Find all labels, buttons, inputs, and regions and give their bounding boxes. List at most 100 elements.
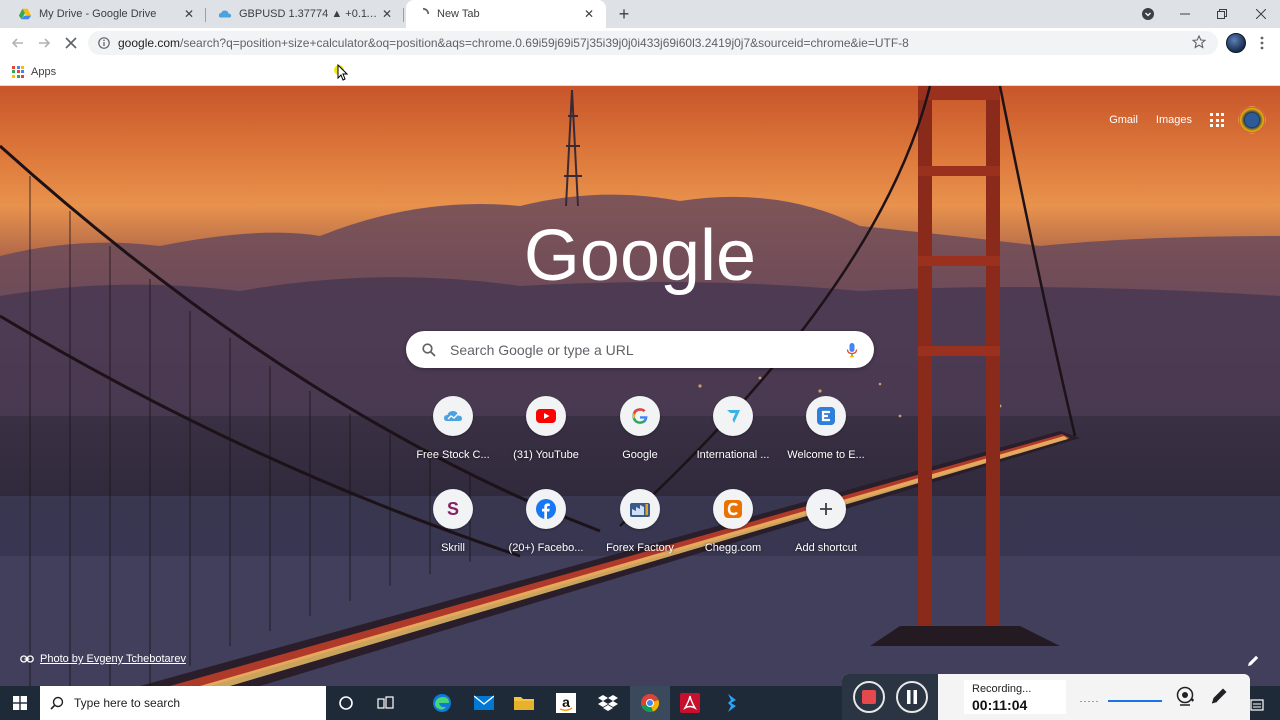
cortana-button[interactable]: [326, 686, 366, 720]
taskbar-file-explorer[interactable]: [504, 686, 544, 720]
arrow-left-icon: [11, 38, 23, 48]
taskbar-app-arrow[interactable]: [712, 686, 752, 720]
bookmark-star-icon[interactable]: [1192, 35, 1206, 49]
forward-button[interactable]: [34, 33, 54, 53]
restore-button[interactable]: [1203, 0, 1241, 28]
shortcut-forex-factory[interactable]: Forex Factory: [592, 489, 688, 569]
google-icon: [632, 408, 648, 424]
e-logo-icon: [817, 407, 835, 425]
cortana-circle-icon: [339, 696, 353, 710]
pen-icon: [1211, 688, 1227, 704]
tab-gbpusd[interactable]: GBPUSD 1.37774 ▲ +0.11% M.U. ✕: [208, 0, 404, 28]
shortcut-label: Google: [622, 449, 658, 461]
search-icon: [422, 342, 436, 357]
loading-icon: [422, 7, 430, 15]
address-bar[interactable]: google.com/search?q=position+size+calcul…: [88, 31, 1218, 55]
back-button[interactable]: [8, 33, 28, 53]
tab-google-drive[interactable]: My Drive - Google Drive ✕: [8, 0, 206, 28]
ntp-top-links: Gmail Images: [1109, 106, 1280, 134]
close-tab-icon[interactable]: ✕: [182, 7, 196, 21]
images-link[interactable]: Images: [1156, 114, 1192, 126]
transferwise-icon: [727, 410, 740, 423]
shortcut-google[interactable]: Google: [592, 396, 688, 476]
new-tab-button[interactable]: +: [614, 4, 634, 24]
add-shortcut-button[interactable]: Add shortcut: [778, 489, 874, 569]
new-tab-page: Gmail Images Google Search Google or typ…: [0, 86, 1280, 686]
close-window-button[interactable]: [1242, 0, 1280, 28]
taskbar-mail[interactable]: [464, 686, 504, 720]
tower-silhouette: [564, 89, 582, 207]
stop-recording-button[interactable]: [853, 681, 885, 713]
background-photo: [0, 86, 1280, 686]
restore-icon: [1217, 9, 1227, 19]
google-apps-icon[interactable]: [1210, 113, 1224, 127]
tab-search-button[interactable]: [1129, 0, 1167, 28]
shortcut-international[interactable]: International ...: [685, 396, 781, 476]
customize-pencil-icon[interactable]: [1246, 654, 1260, 668]
photo-credit-text: Photo by Evgeny Tchebotarev: [40, 653, 186, 665]
info-icon[interactable]: [98, 37, 110, 49]
shortcut-label: (31) YouTube: [513, 449, 579, 461]
windows-logo-icon: [13, 696, 27, 710]
chegg-icon: [724, 500, 742, 518]
shortcut-skrill[interactable]: S Skrill: [405, 489, 501, 569]
recording-timer: 00:11:04: [972, 697, 1028, 713]
acrobat-icon: [680, 693, 700, 713]
svg-text:S: S: [447, 499, 459, 519]
ntp-search-box[interactable]: Search Google or type a URL: [406, 331, 874, 368]
gmail-link[interactable]: Gmail: [1109, 114, 1138, 126]
tab-new-tab[interactable]: New Tab ✕: [406, 0, 606, 28]
recording-status-text: Recording...: [972, 683, 1032, 695]
chrome-icon: [641, 694, 660, 713]
edge-icon: [433, 694, 451, 712]
browser-toolbar: google.com/search?q=position+size+calcul…: [0, 28, 1280, 58]
shortcut-label: International ...: [696, 449, 770, 461]
start-button[interactable]: [0, 686, 40, 720]
webcam-icon: [1176, 686, 1194, 706]
notification-icon[interactable]: [1250, 698, 1264, 712]
shortcut-welcome[interactable]: Welcome to E...: [778, 396, 874, 476]
annotate-button[interactable]: [1206, 683, 1232, 709]
pause-recording-button[interactable]: [896, 681, 928, 713]
shortcut-facebook[interactable]: (20+) Facebo...: [498, 489, 594, 569]
close-tab-icon[interactable]: ✕: [582, 7, 596, 21]
stop-loading-button[interactable]: [61, 33, 81, 53]
task-view-button[interactable]: [366, 686, 406, 720]
taskbar-edge[interactable]: [422, 686, 462, 720]
shortcut-label: Chegg.com: [704, 542, 762, 554]
cloud-icon: [218, 10, 232, 18]
taskbar-acrobat[interactable]: [670, 686, 710, 720]
shortcut-label: (20+) Facebo...: [508, 542, 584, 554]
more-menu-icon[interactable]: [1256, 36, 1268, 50]
profile-avatar[interactable]: [1226, 33, 1246, 53]
dropbox-icon: [598, 695, 618, 711]
apps-bookmark[interactable]: Apps: [12, 65, 57, 78]
apps-label: Apps: [31, 65, 57, 78]
blue-arrow-app-icon: [728, 694, 736, 712]
tab-strip: My Drive - Google Drive ✕ GBPUSD 1.37774…: [0, 0, 1280, 28]
taskbar-dropbox[interactable]: [588, 686, 628, 720]
shortcut-youtube[interactable]: (31) YouTube: [498, 396, 594, 476]
cloud-icon: [444, 411, 462, 421]
webcam-toggle[interactable]: [1172, 683, 1198, 709]
taskbar-search[interactable]: Type here to search: [40, 686, 326, 720]
task-view-icon: [377, 696, 394, 709]
close-tab-icon[interactable]: ✕: [380, 7, 394, 21]
bookmarks-bar: Apps: [0, 58, 1280, 86]
taskbar-chrome[interactable]: [630, 686, 670, 720]
shortcut-label: Forex Factory: [606, 542, 674, 554]
taskbar-amazon[interactable]: a: [546, 686, 586, 720]
minimize-button[interactable]: [1166, 0, 1204, 28]
shortcut-label: Welcome to E...: [787, 449, 865, 461]
mouse-pointer-icon: [337, 64, 348, 81]
shortcut-chegg[interactable]: Chegg.com: [685, 489, 781, 569]
plus-icon: [820, 503, 832, 515]
recording-status: Recording... 00:11:04: [964, 680, 1066, 714]
photo-credit-link[interactable]: Photo by Evgeny Tchebotarev: [20, 653, 186, 665]
shortcut-free-stock[interactable]: Free Stock C...: [405, 396, 501, 476]
tab-title: My Drive - Google Drive: [39, 8, 157, 20]
account-avatar[interactable]: [1238, 106, 1266, 134]
microphone-icon[interactable]: [846, 342, 858, 358]
google-logo: Google: [524, 216, 756, 296]
mail-icon: [474, 695, 494, 710]
